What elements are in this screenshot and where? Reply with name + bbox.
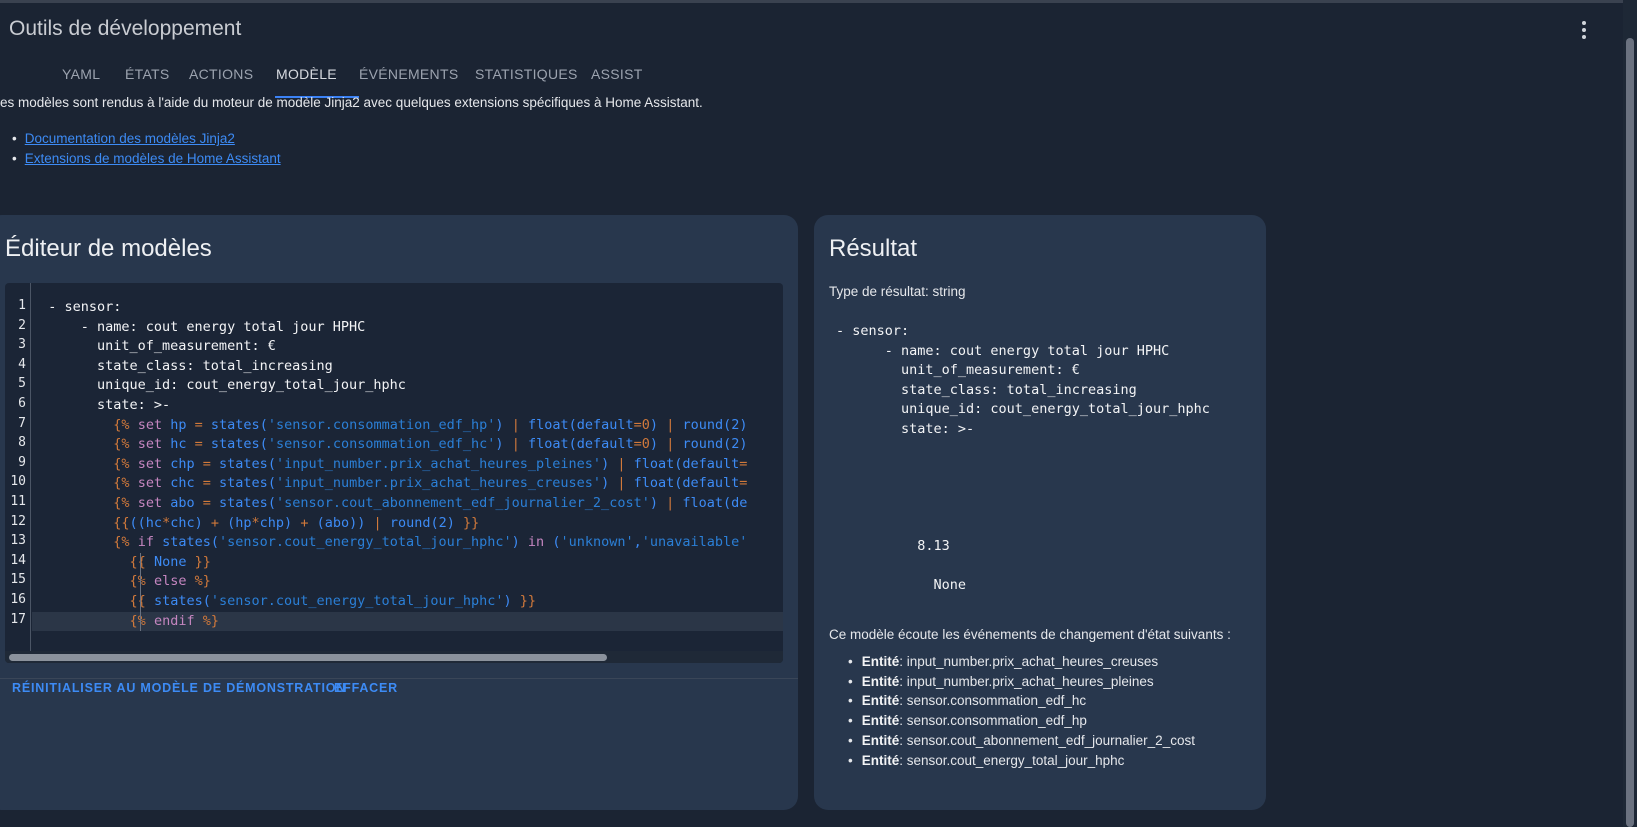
list-item: Entité: input_number.prix_achat_heures_c… [848, 652, 1195, 672]
reset-demo-button[interactable]: RÉINITIALISER AU MODÈLE DE DÉMONSTRATION [12, 681, 346, 695]
entity-label: Entité [861, 693, 900, 709]
divider [0, 678, 798, 679]
code-line: state: >- [32, 397, 171, 413]
output-line: 8.13 [836, 537, 950, 554]
result-type: Type de résultat: string [829, 284, 966, 299]
line-number: 2 [18, 317, 26, 333]
jinja-docs-link[interactable]: Documentation des modèles Jinja2 [25, 131, 235, 146]
indent-guide [140, 552, 141, 632]
entity-id: : input_number.prix_achat_heures_pleines [899, 673, 1154, 689]
line-number: 16 [10, 592, 26, 607]
intro-text: es modèles sont rendus à l'aide du moteu… [0, 95, 703, 110]
line-number: 14 [10, 552, 26, 568]
line-number: 5 [18, 376, 26, 392]
code-line: {% set chc = states('input_number.prix_a… [113, 475, 748, 492]
entity-label: Entité [861, 732, 900, 748]
code-line: {% else %} [129, 573, 211, 590]
list-item: Entité: sensor.cout_energy_total_jour_hp… [848, 751, 1195, 771]
scrollbar-thumb[interactable] [1626, 38, 1634, 827]
entity-id: : sensor.consommation_edf_hp [899, 713, 1087, 729]
line-number: 8 [18, 435, 26, 451]
list-item: Entité: sensor.cout_abonnement_edf_journ… [848, 731, 1195, 751]
tab-etats[interactable]: ÉTATS [125, 66, 170, 82]
line-number: 4 [18, 356, 26, 372]
clear-button[interactable]: EFFACER [334, 681, 398, 695]
scrollbar-thumb[interactable] [9, 654, 607, 661]
horizontal-scrollbar[interactable] [5, 651, 783, 663]
code-line: {% set hc = states('sensor.consommation_… [113, 436, 748, 453]
code-line: {% set chp = states('input_number.prix_a… [113, 455, 748, 472]
tab-modele[interactable]: MODÈLE [276, 66, 337, 82]
editor-title: Éditeur de modèles [5, 235, 212, 262]
code-line-active: {% endif %} [32, 611, 783, 632]
entity-list: Entité: input_number.prix_achat_heures_c… [848, 652, 1195, 770]
output-line: unique_id: cout_energy_total_jour_hphc [836, 401, 1210, 417]
entity-label: Entité [861, 713, 900, 729]
result-output: - sensor: - name: cout energy total jour… [836, 323, 1210, 593]
tab-bar: YAML ÉTATS ACTIONS MODÈLE ÉVÉNEMENTS STA… [0, 56, 700, 100]
code-line: {% if states('sensor.cout_energy_total_j… [113, 534, 748, 551]
line-number: 3 [18, 337, 26, 353]
list-item: Entité: input_number.prix_achat_heures_p… [848, 672, 1195, 692]
code-line: {{ states('sensor.cout_energy_total_jour… [129, 593, 537, 609]
code-line: state_class: total_increasing [32, 357, 333, 374]
code-line: {% set hp = states('sensor.consommation_… [113, 416, 748, 433]
listeners-text: Ce modèle écoute les événements de chang… [829, 627, 1231, 642]
entity-label: Entité [861, 654, 900, 669]
entity-id: : sensor.cout_abonnement_edf_journalier_… [899, 732, 1195, 748]
entity-label: Entité [861, 752, 900, 768]
entity-id: : sensor.cout_energy_total_jour_hphc [899, 752, 1125, 768]
code-line: unique_id: cout_energy_total_jour_hphc [32, 377, 406, 394]
tab-evenements[interactable]: ÉVÉNEMENTS [359, 66, 458, 82]
vertical-scrollbar[interactable] [1623, 0, 1637, 827]
doc-links: Documentation des modèles Jinja2 Extensi… [12, 129, 281, 169]
line-number: 10 [10, 474, 26, 490]
more-vert-icon[interactable] [1572, 17, 1596, 43]
line-number: 1 [18, 298, 26, 313]
code-line: {% set abo = states('sensor.cout_abonnem… [113, 495, 748, 511]
tab-actions[interactable]: ACTIONS [189, 66, 253, 82]
result-title: Résultat [829, 235, 918, 262]
entity-label: Entité [861, 673, 900, 689]
list-item: Entité: sensor.consommation_edf_hp [848, 711, 1195, 731]
entity-id: : input_number.prix_achat_heures_creuses [899, 654, 1159, 669]
line-number-gutter: 1 2 3 4 5 6 7 8 9 10 11 12 13 14 15 16 1… [5, 283, 31, 651]
output-line: - name: cout energy total jour HPHC [836, 342, 1170, 359]
output-line: - sensor: [836, 323, 910, 339]
line-number: 13 [10, 533, 26, 549]
line-number: 6 [18, 396, 26, 411]
tab-assist[interactable]: ASSIST [591, 66, 643, 82]
line-number: 7 [18, 415, 26, 431]
code-line: {{((hc*chc) + (hp*chp) + (abo)) | round(… [113, 514, 480, 531]
line-number: 17 [10, 611, 26, 627]
line-number: 11 [10, 494, 26, 509]
code-line: unit_of_measurement: € [32, 338, 276, 355]
line-number: 15 [10, 572, 26, 588]
top-bar: Outils de développement [0, 0, 1637, 56]
result-card: Résultat Type de résultat: string - sens… [814, 215, 1266, 810]
tab-yaml[interactable]: YAML [62, 66, 100, 82]
output-line: state_class: total_increasing [836, 381, 1137, 398]
output-line: unit_of_measurement: € [836, 362, 1080, 378]
list-item: Extensions de modèles de Home Assistant [12, 149, 281, 169]
list-item: Documentation des modèles Jinja2 [12, 129, 281, 149]
code-line: - name: cout energy total jour HPHC [32, 318, 366, 335]
code-editor[interactable]: 1 2 3 4 5 6 7 8 9 10 11 12 13 14 15 16 1… [5, 283, 783, 663]
template-editor-card: Éditeur de modèles 1 2 3 4 5 6 7 8 9 10 … [0, 215, 798, 810]
output-line: state: >- [836, 420, 975, 437]
code-line: {{ None }} [129, 553, 211, 570]
ha-extensions-link[interactable]: Extensions de modèles de Home Assistant [25, 151, 281, 166]
line-number: 9 [18, 454, 26, 470]
code-line: - sensor: [32, 299, 122, 315]
output-line: None [836, 577, 967, 593]
code-content[interactable]: - sensor: - name: cout energy total jour… [32, 283, 783, 651]
line-number: 12 [10, 513, 26, 529]
entity-id: : sensor.consommation_edf_hc [899, 693, 1087, 709]
list-item: Entité: sensor.consommation_edf_hc [848, 691, 1195, 711]
tab-statistiques[interactable]: STATISTIQUES [475, 66, 578, 82]
page-title: Outils de développement [9, 17, 242, 40]
